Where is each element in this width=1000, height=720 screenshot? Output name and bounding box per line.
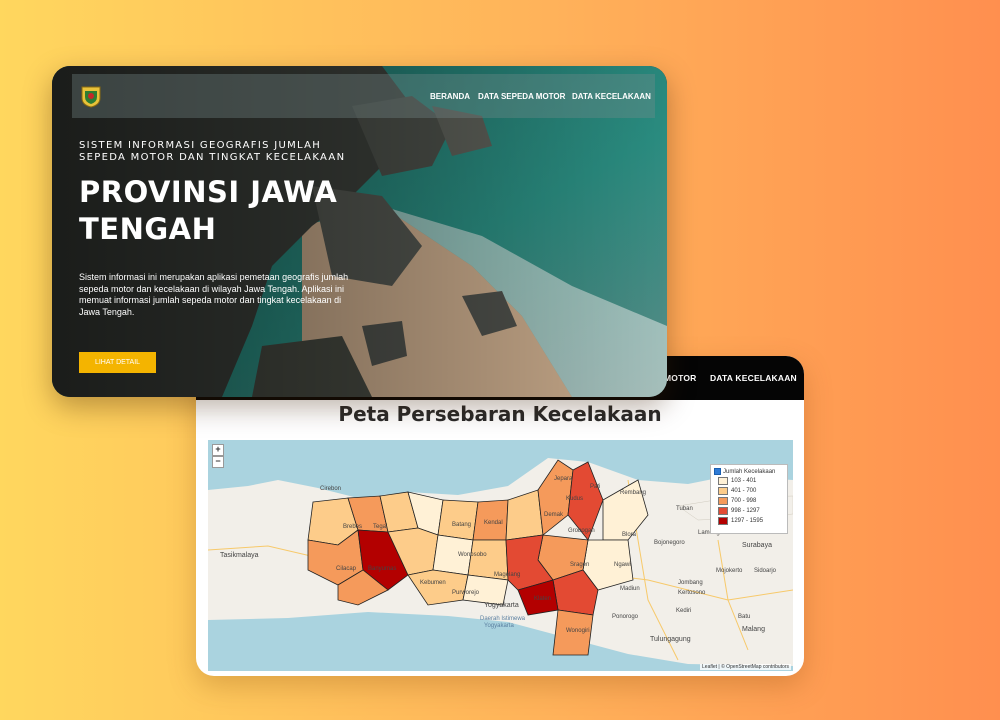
place-label: Magelang	[494, 572, 521, 578]
hero-title: PROVINSI JAWA TENGAH	[79, 175, 338, 246]
place-label: Ponorogo	[612, 614, 639, 620]
legend-swatch	[718, 517, 728, 525]
hero-page-screenshot: BERANDA DATA SEPEDA MOTOR DATA KECELAKAA…	[52, 66, 667, 397]
place-label: Wonosobo	[458, 552, 487, 558]
place-label: Kebumen	[420, 580, 446, 586]
legend-label: 401 - 700	[731, 488, 757, 494]
legend-label: 998 - 1297	[731, 508, 760, 514]
place-label: Banyumas	[368, 566, 397, 572]
lihat-detail-button[interactable]: LIHAT DETAIL	[79, 352, 156, 373]
legend-label: 700 - 998	[731, 498, 757, 504]
legend-swatch	[718, 507, 728, 515]
place-label: Kudus	[566, 496, 584, 502]
place-label: Madiun	[620, 586, 640, 592]
place-label: Batu	[738, 614, 751, 620]
place-label: Pati	[590, 484, 601, 490]
place-label: Jombang	[678, 580, 703, 586]
place-label: Demak	[544, 512, 564, 518]
map-place-labels: Cirebon Tasikmalaya Brebes Tegal Batang …	[208, 440, 793, 671]
legend-swatch	[718, 497, 728, 505]
place-label: Mojokerto	[716, 568, 743, 574]
place-label: Kertosono	[678, 590, 706, 596]
legend-label: 103 - 401	[731, 478, 757, 484]
map-legend: Jumlah Kecelakaan 103 - 401 401 - 700 70…	[710, 464, 788, 534]
place-label: Kediri	[676, 608, 692, 614]
place-label: Malang	[742, 626, 765, 633]
hero-navbar: BERANDA DATA SEPEDA MOTOR DATA KECELAKAA…	[72, 74, 655, 118]
place-label: Yogyakarta	[484, 623, 514, 629]
legend-title: Jumlah Kecelakaan	[723, 468, 776, 475]
place-label: Tegal	[373, 524, 388, 530]
place-label: Tasikmalaya	[220, 552, 259, 559]
hero-description: Sistem informasi ini merupakan aplikasi …	[79, 272, 349, 317]
place-label: Tulungagung	[650, 636, 691, 643]
nav-link-data-kecelakaan[interactable]: DATA KECELAKAAN	[572, 92, 651, 101]
legend-label: 1297 - 1595	[731, 518, 764, 524]
nav-link-data-kecelakaan[interactable]: DATA KECELAKAAN	[710, 373, 797, 383]
place-label: Yogyakarta	[484, 602, 519, 609]
place-label: Purworejo	[452, 590, 480, 596]
place-label: Ngawi	[614, 562, 631, 568]
legend-swatch	[718, 487, 728, 495]
jawa-tengah-emblem-logo[interactable]	[80, 84, 102, 108]
place-label: Batang	[452, 522, 472, 528]
place-label: Brebes	[343, 524, 363, 530]
place-label: Sidoarjo	[754, 568, 777, 574]
place-label: Cilacap	[336, 566, 357, 572]
place-label: Daerah Istimewa	[480, 616, 526, 622]
hero-subtitle: SISTEM INFORMASI GEOGRAFIS JUMLAH SEPEDA…	[79, 140, 346, 163]
place-label: Blora	[622, 532, 637, 538]
place-label: Sragen	[570, 562, 590, 568]
place-label: Jepara	[554, 476, 573, 482]
nav-link-data-sepeda-motor[interactable]: DATA SEPEDA MOTOR	[478, 92, 565, 101]
map-attribution[interactable]: Leaflet | © OpenStreetMap contributors	[700, 664, 791, 670]
nav-link-data-sepeda-motor[interactable]: MOTOR	[664, 373, 696, 383]
place-label: Kendal	[484, 520, 503, 526]
choropleth-map[interactable]: + − Cirebon Tasikmalaya Brebes Tegal Bat…	[208, 440, 793, 671]
map-page-screenshot: MOTOR DATA KECELAKAAN Peta Persebaran Ke…	[196, 356, 804, 676]
place-label: Wonogiri	[566, 628, 590, 634]
place-label: Tuban	[676, 506, 693, 512]
place-label: Bojonegoro	[654, 540, 685, 546]
place-label: Grobogan	[568, 528, 595, 534]
legend-swatch	[718, 477, 728, 485]
place-label: Rembang	[620, 490, 647, 496]
place-label: Klaten	[534, 596, 552, 602]
legend-layer-checkbox[interactable]	[714, 468, 721, 475]
place-label: Cirebon	[320, 486, 342, 492]
nav-link-beranda[interactable]: BERANDA	[430, 92, 470, 101]
map-title: Peta Persebaran Kecelakaan	[338, 402, 662, 426]
place-label: Surabaya	[742, 542, 772, 549]
